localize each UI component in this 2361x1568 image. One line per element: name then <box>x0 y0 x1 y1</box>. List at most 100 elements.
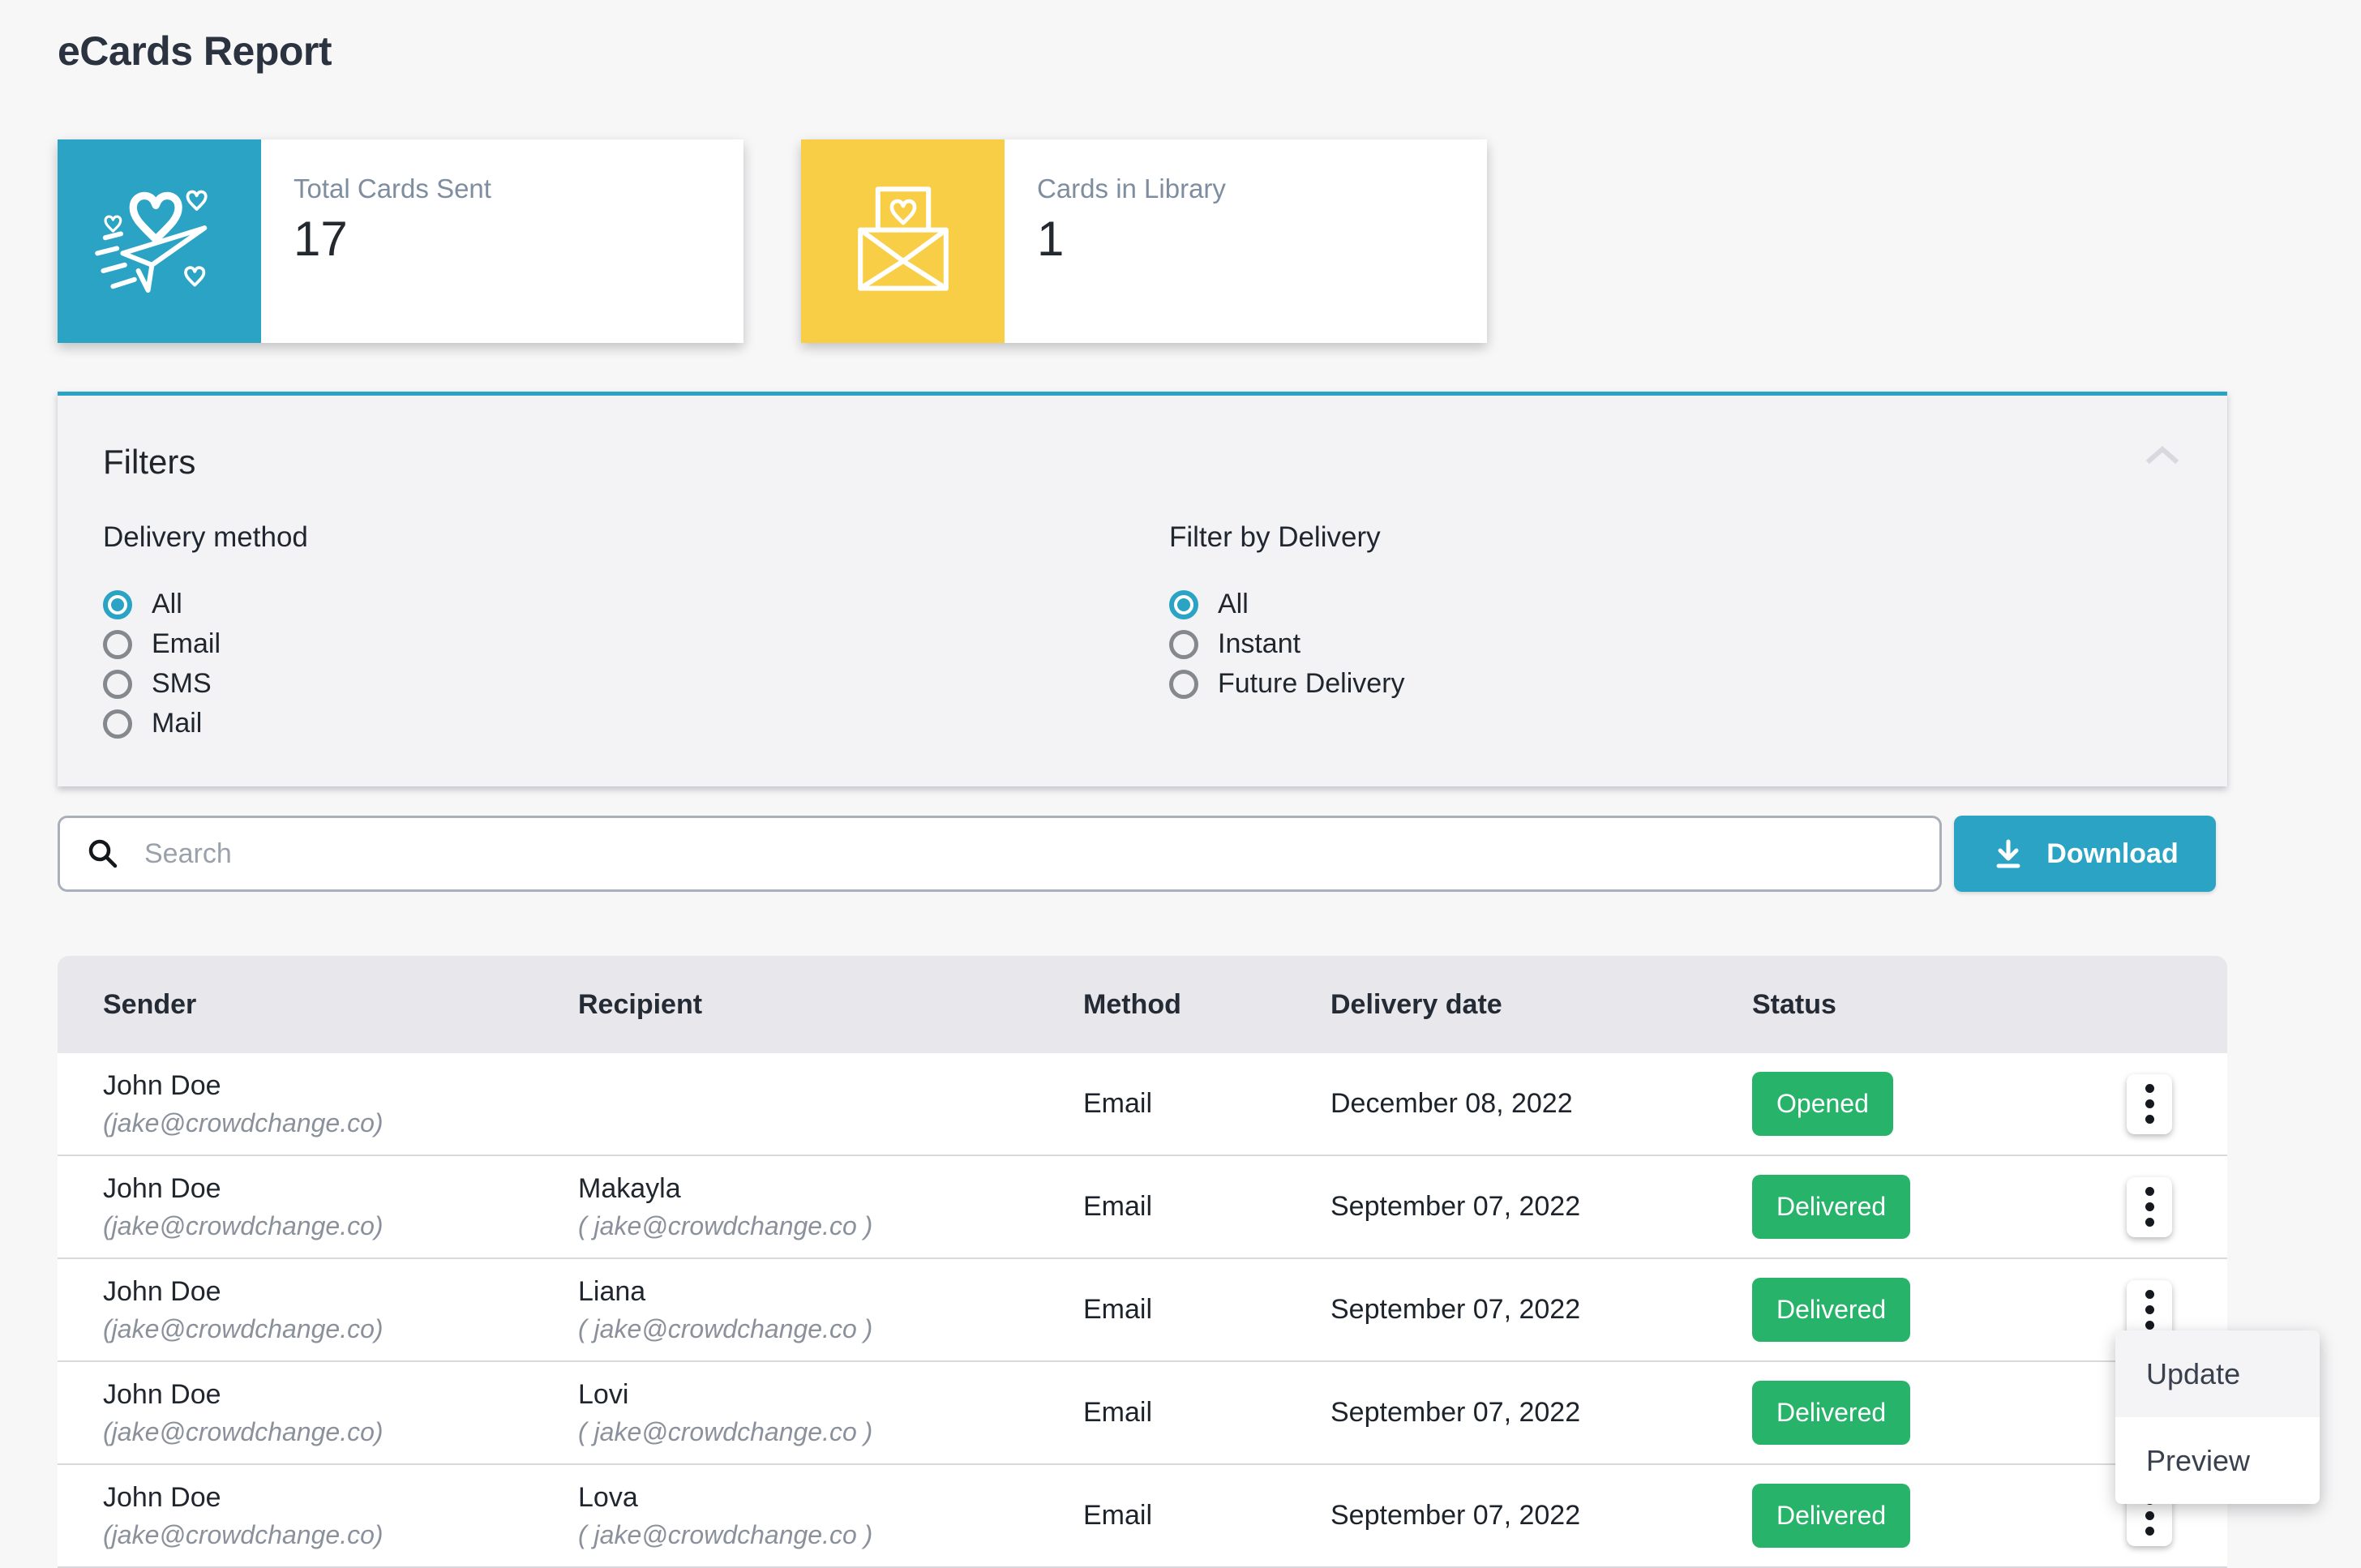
sender-cell: John Doe (jake@crowdchange.co) <box>103 1482 578 1550</box>
kebab-menu-button[interactable] <box>2127 1177 2172 1237</box>
chevron-up-icon[interactable] <box>2146 446 2179 466</box>
column-header-recipient: Recipient <box>578 989 1083 1021</box>
sender-name: John Doe <box>103 1276 578 1308</box>
stat-value: 1 <box>1037 211 1226 267</box>
kebab-dot <box>2145 1290 2154 1299</box>
delivery-date-cell: September 07, 2022 <box>1330 1294 1752 1326</box>
column-header-status: Status <box>1752 989 2127 1021</box>
method-cell: Email <box>1083 1294 1330 1326</box>
radio-label[interactable]: Email <box>152 628 221 660</box>
recipient-cell <box>578 1101 1083 1107</box>
recipient-email: ( jake@crowdchange.co ) <box>578 1417 1083 1447</box>
delivery-date-cell: September 07, 2022 <box>1330 1191 1752 1223</box>
radio-option-sms[interactable]: SMS <box>103 664 308 704</box>
radio-selected-icon[interactable] <box>103 590 132 619</box>
status-cell: Delivered <box>1752 1278 2127 1342</box>
library-card-icon <box>801 139 1005 343</box>
radio-option-future-delivery[interactable]: Future Delivery <box>1169 664 1405 704</box>
download-label: Download <box>2046 838 2178 870</box>
stat-label: Total Cards Sent <box>294 174 491 204</box>
radio-icon[interactable] <box>1169 670 1198 699</box>
sender-email: (jake@crowdchange.co) <box>103 1417 578 1447</box>
row-context-menu: UpdatePreview <box>2115 1330 2320 1504</box>
sender-cell: John Doe (jake@crowdchange.co) <box>103 1276 578 1344</box>
recipient-name: Makayla <box>578 1173 1083 1205</box>
kebab-dot <box>2145 1218 2154 1227</box>
radio-group: All Instant Future Delivery <box>1169 585 1405 704</box>
table-row: John Doe (jake@crowdchange.co) Email Dec… <box>58 1053 2227 1156</box>
download-icon <box>1991 837 2025 871</box>
sender-cell: John Doe (jake@crowdchange.co) <box>103 1070 578 1138</box>
menu-item-update[interactable]: Update <box>2115 1330 2320 1417</box>
delivery-date-cell: December 08, 2022 <box>1330 1088 1752 1120</box>
status-cell: Delivered <box>1752 1484 2127 1548</box>
filter-group-filter-by-delivery: Filter by Delivery AllInstantFuture Deli… <box>1169 521 1405 704</box>
filters-panel: Filters Delivery method AllEmailSMSMail … <box>58 392 2227 786</box>
sender-email: (jake@crowdchange.co) <box>103 1108 578 1138</box>
sender-email: (jake@crowdchange.co) <box>103 1520 578 1550</box>
status-cell: Delivered <box>1752 1175 2127 1239</box>
radio-group: All Email SMS Mail <box>103 585 308 743</box>
download-button[interactable]: Download <box>1954 816 2216 892</box>
recipient-cell: Lova ( jake@crowdchange.co ) <box>578 1482 1083 1550</box>
recipient-email: ( jake@crowdchange.co ) <box>578 1314 1083 1344</box>
stat-cards-row: Total Cards Sent 17 Cards in Library 1 <box>58 139 1487 343</box>
recipient-cell: Liana ( jake@crowdchange.co ) <box>578 1276 1083 1344</box>
kebab-dot <box>2145 1305 2154 1314</box>
kebab-menu-button[interactable] <box>2127 1074 2172 1134</box>
sender-name: John Doe <box>103 1173 578 1205</box>
status-cell: Opened <box>1752 1072 2127 1136</box>
stat-label: Cards in Library <box>1037 174 1226 204</box>
radio-label[interactable]: All <box>1218 589 1249 620</box>
radio-option-all[interactable]: All <box>103 585 308 624</box>
radio-option-mail[interactable]: Mail <box>103 704 308 743</box>
search-input[interactable] <box>58 816 1942 892</box>
status-badge: Delivered <box>1752 1278 1910 1342</box>
radio-label[interactable]: Instant <box>1218 628 1300 660</box>
radio-label[interactable]: All <box>152 589 182 620</box>
sender-name: John Doe <box>103 1070 578 1102</box>
filter-group-delivery-method: Delivery method AllEmailSMSMail <box>103 521 308 743</box>
page-title: eCards Report <box>58 28 332 75</box>
table-row: John Doe (jake@crowdchange.co) Makayla (… <box>58 1156 2227 1259</box>
column-header-delivery-date: Delivery date <box>1330 989 1752 1021</box>
radio-label[interactable]: Future Delivery <box>1218 668 1405 700</box>
stat-value: 17 <box>294 211 491 267</box>
kebab-dot <box>2145 1511 2154 1520</box>
sender-email: (jake@crowdchange.co) <box>103 1314 578 1344</box>
radio-label[interactable]: Mail <box>152 708 202 739</box>
radio-option-email[interactable]: Email <box>103 624 308 664</box>
sender-email: (jake@crowdchange.co) <box>103 1211 578 1241</box>
radio-icon[interactable] <box>1169 630 1198 659</box>
method-cell: Email <box>1083 1088 1330 1120</box>
stat-card-body: Cards in Library 1 <box>1005 139 1226 343</box>
radio-icon[interactable] <box>103 709 132 739</box>
kebab-dot <box>2145 1099 2154 1108</box>
sender-name: John Doe <box>103 1482 578 1514</box>
stat-card-library: Cards in Library 1 <box>801 139 1487 343</box>
column-header-sender: Sender <box>103 989 578 1021</box>
radio-option-all[interactable]: All <box>1169 585 1405 624</box>
menu-item-preview[interactable]: Preview <box>2115 1417 2320 1504</box>
delivery-date-cell: September 07, 2022 <box>1330 1397 1752 1429</box>
sender-cell: John Doe (jake@crowdchange.co) <box>103 1379 578 1447</box>
sender-name: John Doe <box>103 1379 578 1411</box>
kebab-dot <box>2145 1115 2154 1124</box>
recipient-email: ( jake@crowdchange.co ) <box>578 1211 1083 1241</box>
stat-card-total-sent: Total Cards Sent 17 <box>58 139 743 343</box>
kebab-dot <box>2145 1527 2154 1536</box>
radio-label[interactable]: SMS <box>152 668 212 700</box>
table-row: John Doe (jake@crowdchange.co) Lova ( ja… <box>58 1465 2227 1568</box>
recipient-cell: Lovi ( jake@crowdchange.co ) <box>578 1379 1083 1447</box>
radio-icon[interactable] <box>103 630 132 659</box>
recipient-name: Lovi <box>578 1379 1083 1411</box>
recipient-email: ( jake@crowdchange.co ) <box>578 1520 1083 1550</box>
radio-icon[interactable] <box>103 670 132 699</box>
recipient-name: Liana <box>578 1276 1083 1308</box>
delivery-date-cell: September 07, 2022 <box>1330 1500 1752 1532</box>
recipient-cell: Makayla ( jake@crowdchange.co ) <box>578 1173 1083 1241</box>
table-header: SenderRecipientMethodDelivery dateStatus <box>58 956 2227 1053</box>
radio-option-instant[interactable]: Instant <box>1169 624 1405 664</box>
radio-selected-icon[interactable] <box>1169 590 1198 619</box>
kebab-dot <box>2145 1321 2154 1330</box>
